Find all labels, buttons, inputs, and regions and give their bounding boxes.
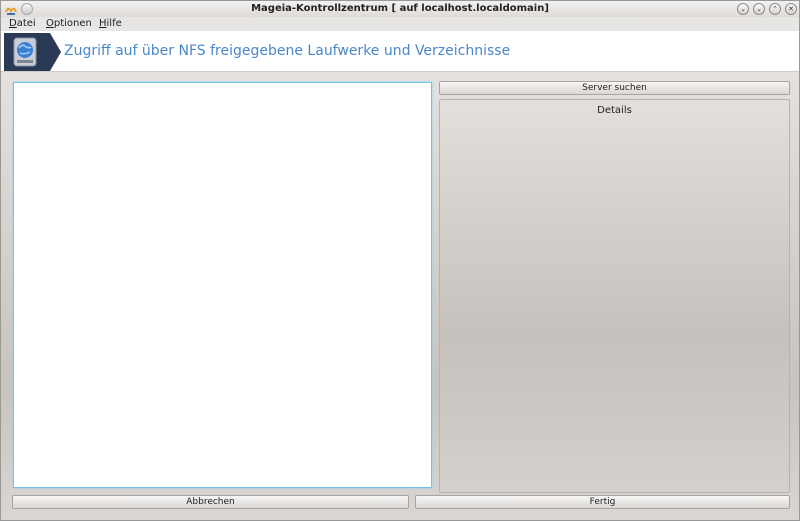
page-title: Zugriff auf über NFS freigegebene Laufwe… (64, 43, 511, 59)
menu-optionen[interactable]: Optionen (46, 18, 92, 29)
menu-optionen-mnemonic: O (46, 18, 54, 29)
nfs-network-drive-icon (4, 33, 61, 71)
minimize-button[interactable]: ⌄ (753, 3, 765, 15)
header-banner: Zugriff auf über NFS freigegebene Laufwe… (1, 31, 799, 72)
search-server-button[interactable]: Server suchen (439, 81, 790, 95)
close-button[interactable]: ✕ (785, 3, 797, 15)
menu-bar: Datei Optionen Hilfe (1, 17, 799, 31)
app-window: Mageia-Kontrollzentrum [ auf localhost.l… (0, 0, 800, 521)
menu-hilfe[interactable]: Hilfe (99, 18, 122, 29)
details-title: Details (597, 105, 632, 116)
window-title: Mageia-Kontrollzentrum [ auf localhost.l… (251, 3, 549, 14)
done-button[interactable]: Fertig (415, 495, 790, 509)
main-content: Server suchen Details Abbrechen Fertig (1, 72, 799, 520)
menu-datei-mnemonic: D (9, 18, 17, 29)
shade-button[interactable]: ⌄ (737, 3, 749, 15)
menu-hilfe-label: ilfe (106, 18, 122, 29)
menu-datei[interactable]: Datei (9, 18, 36, 29)
menu-hilfe-mnemonic: H (99, 18, 107, 29)
menu-datei-label: atei (16, 18, 36, 29)
menu-optionen-label: ptionen (53, 18, 92, 29)
server-list[interactable] (13, 82, 432, 488)
title-bar[interactable]: Mageia-Kontrollzentrum [ auf localhost.l… (1, 1, 799, 17)
maximize-button[interactable]: ⌃ (769, 3, 781, 15)
cancel-button[interactable]: Abbrechen (12, 495, 409, 509)
details-panel: Details (439, 99, 790, 493)
